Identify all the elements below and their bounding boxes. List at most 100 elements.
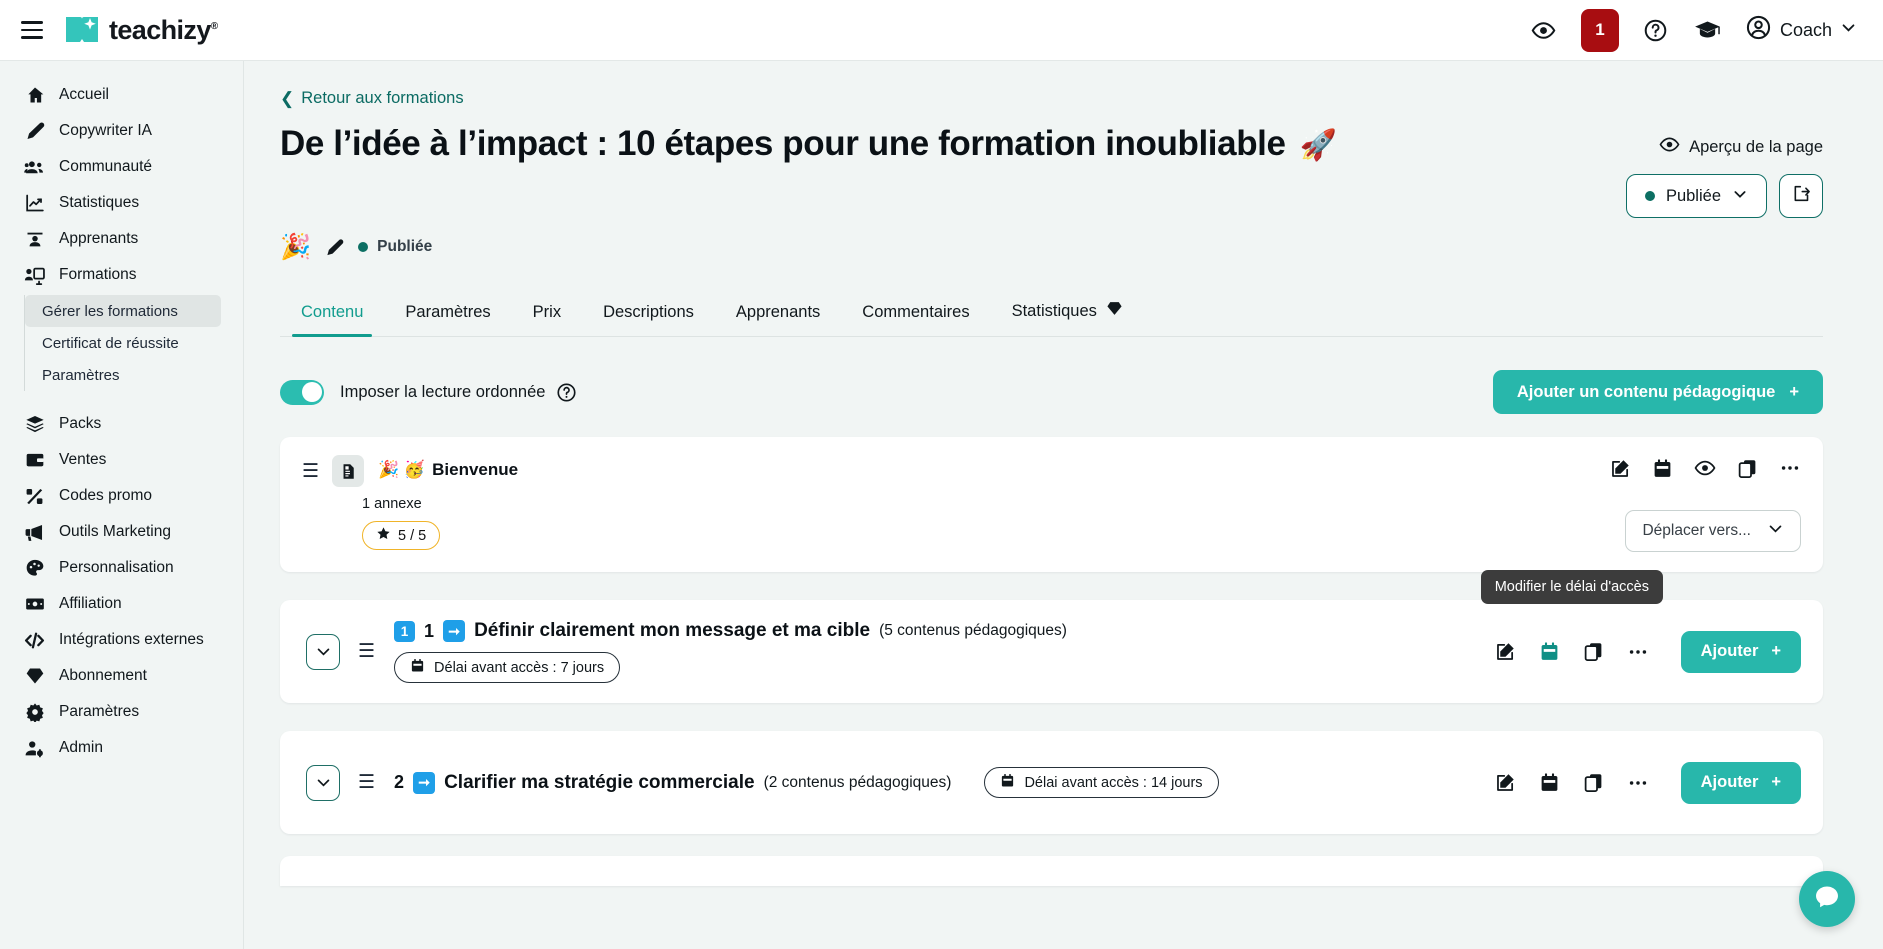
pencil-icon[interactable] bbox=[325, 238, 344, 257]
drag-handle-icon[interactable]: ☰ bbox=[302, 455, 319, 481]
publish-status-select[interactable]: Publiée bbox=[1625, 174, 1767, 218]
graduation-cap-icon[interactable] bbox=[1693, 15, 1723, 45]
lesson-title: 🎉 🥳 Bienvenue bbox=[378, 455, 518, 480]
sidebar-item-communaute[interactable]: Communauté bbox=[0, 149, 243, 185]
gear-icon bbox=[24, 702, 45, 723]
lesson-header: ☰ 🎉 🥳 Bienvenue bbox=[302, 455, 1801, 487]
lesson-attachments: 1 annexe bbox=[362, 496, 422, 512]
eye-icon[interactable] bbox=[1694, 457, 1716, 479]
sidebar-divider bbox=[0, 397, 243, 406]
delay-section-icon[interactable] bbox=[1539, 772, 1560, 793]
notifications-badge[interactable]: 1 bbox=[1580, 8, 1619, 52]
hamburger-icon[interactable] bbox=[14, 12, 50, 48]
sidebar-item-codes-promo[interactable]: Codes promo bbox=[0, 478, 243, 514]
edit-square-icon[interactable] bbox=[1495, 641, 1516, 662]
back-to-courses-link[interactable]: ❮ Retour aux formations bbox=[280, 89, 464, 108]
add-content-label: Ajouter un contenu pédagogique bbox=[1516, 382, 1776, 401]
teachizy-book-icon bbox=[64, 15, 100, 45]
drag-handle-icon[interactable]: ☰ bbox=[358, 771, 375, 794]
pen-icon bbox=[24, 121, 45, 142]
tab-label: Apprenants bbox=[735, 303, 821, 321]
plus-icon: + bbox=[1771, 773, 1781, 791]
sidebar-item-abonnement[interactable]: Abonnement bbox=[0, 658, 243, 694]
sidebar-item-admin[interactable]: Admin bbox=[0, 730, 243, 766]
sidebar-item-gerer-les-formations[interactable]: Gérer les formations bbox=[25, 295, 221, 327]
sidebar-item-certificat-de-reussite[interactable]: Certificat de réussite bbox=[25, 327, 221, 359]
share-button[interactable] bbox=[1779, 174, 1823, 218]
ellipsis-icon[interactable] bbox=[1627, 641, 1649, 663]
drag-handle-icon[interactable]: ☰ bbox=[358, 640, 375, 663]
sidebar-item-statistiques[interactable]: Statistiques bbox=[0, 185, 243, 221]
main-content: ❮ Retour aux formations De l’idée à l’im… bbox=[244, 61, 1883, 949]
brand-logo[interactable]: teachizy® bbox=[64, 15, 218, 46]
question-circle-icon[interactable] bbox=[1641, 15, 1671, 45]
question-circle-icon[interactable] bbox=[556, 382, 577, 403]
sidebar-item-accueil[interactable]: Accueil bbox=[0, 77, 243, 113]
page-title-text: De l’idée à l’impact : 10 étapes pour un… bbox=[280, 124, 1286, 163]
preview-page-link[interactable]: Aperçu de la page bbox=[1659, 134, 1823, 160]
lesson-score: 5 / 5 bbox=[398, 527, 427, 544]
status-dot-icon bbox=[358, 242, 369, 252]
sidebar-item-label: Codes promo bbox=[59, 487, 153, 504]
star-icon bbox=[376, 526, 391, 545]
megaphone-icon bbox=[24, 522, 45, 543]
ordered-reading-toggle[interactable] bbox=[280, 379, 324, 405]
copy-icon[interactable] bbox=[1737, 458, 1758, 479]
section-title-line: 2 ➞ Clarifier ma stratégie commerciale (… bbox=[394, 767, 1219, 798]
sidebar-subnav-formations: Gérer les formations Certificat de réuss… bbox=[24, 295, 243, 391]
percent-icon bbox=[24, 486, 45, 507]
sidebar-item-personnalisation[interactable]: Personnalisation bbox=[0, 550, 243, 586]
diamond-icon bbox=[24, 666, 45, 687]
sidebar-item-integrations-externes[interactable]: Intégrations externes bbox=[0, 622, 243, 658]
copy-icon[interactable] bbox=[1583, 772, 1604, 793]
edit-square-icon[interactable] bbox=[1495, 772, 1516, 793]
section-badge-number: 1 bbox=[394, 620, 416, 642]
copy-icon[interactable] bbox=[1583, 641, 1604, 662]
sidebar-item-ventes[interactable]: Ventes bbox=[0, 442, 243, 478]
back-link-label: Retour aux formations bbox=[301, 89, 464, 107]
section-actions: Ajouter + bbox=[1495, 761, 1801, 804]
tab-contenu[interactable]: Contenu bbox=[280, 303, 384, 337]
tab-statistiques[interactable]: Statistiques bbox=[991, 300, 1144, 336]
move-to-select[interactable]: Déplacer vers... bbox=[1625, 510, 1801, 552]
sidebar-item-label: Affiliation bbox=[59, 595, 122, 612]
tab-label: Prix bbox=[532, 303, 562, 321]
topbar-actions: 1 Coach bbox=[1529, 8, 1883, 52]
tab-descriptions[interactable]: Descriptions bbox=[582, 303, 715, 336]
user-menu[interactable]: Coach bbox=[1745, 14, 1857, 46]
tab-commentaires[interactable]: Commentaires bbox=[841, 303, 990, 336]
sidebar-item-apprenants[interactable]: Apprenants bbox=[0, 221, 243, 257]
status-label: Publiée bbox=[377, 238, 433, 255]
section-delay-label: Délai avant accès : 14 jours bbox=[1024, 774, 1203, 791]
tab-apprenants[interactable]: Apprenants bbox=[715, 303, 841, 336]
add-pedagogical-content-button[interactable]: Ajouter un contenu pédagogique + bbox=[1492, 370, 1823, 414]
add-section-content-button[interactable]: Ajouter + bbox=[1680, 630, 1801, 673]
lesson-emoji: 🎉 🥳 bbox=[378, 460, 426, 479]
sidebar-item-affiliation[interactable]: Affiliation bbox=[0, 586, 243, 622]
tab-parametres[interactable]: Paramètres bbox=[384, 303, 511, 336]
sidebar-item-packs[interactable]: Packs bbox=[0, 406, 243, 442]
home-icon bbox=[24, 85, 45, 106]
sidebar-item-formations[interactable]: Formations bbox=[0, 257, 243, 293]
sidebar-item-copywriter-ia[interactable]: Copywriter IA bbox=[0, 113, 243, 149]
section-card-partial bbox=[280, 856, 1823, 886]
edit-square-icon[interactable] bbox=[1610, 458, 1631, 479]
calendar-icon[interactable] bbox=[1652, 458, 1673, 479]
ellipsis-icon[interactable] bbox=[1627, 772, 1649, 794]
sidebar-item-parametres-formations[interactable]: Paramètres bbox=[25, 359, 221, 391]
expand-section-button[interactable] bbox=[306, 633, 340, 670]
delay-section-icon[interactable] bbox=[1539, 641, 1560, 662]
sidebar-item-parametres[interactable]: Paramètres bbox=[0, 694, 243, 730]
tab-prix[interactable]: Prix bbox=[512, 303, 582, 336]
publish-controls: Publiée bbox=[1625, 174, 1823, 218]
expand-section-button[interactable] bbox=[306, 764, 340, 801]
chat-support-button[interactable] bbox=[1799, 871, 1855, 927]
ellipsis-icon[interactable] bbox=[1779, 457, 1801, 479]
sidebar-item-outils-marketing[interactable]: Outils Marketing bbox=[0, 514, 243, 550]
eye-icon[interactable] bbox=[1529, 15, 1559, 45]
content-toolbar: Imposer la lecture ordonnée Ajouter un c… bbox=[280, 369, 1823, 415]
sidebar-item-label: Formations bbox=[59, 266, 137, 283]
add-section-content-button[interactable]: Ajouter + bbox=[1680, 761, 1801, 804]
calendar-icon bbox=[1000, 773, 1015, 792]
subnav-label: Paramètres bbox=[42, 366, 120, 384]
